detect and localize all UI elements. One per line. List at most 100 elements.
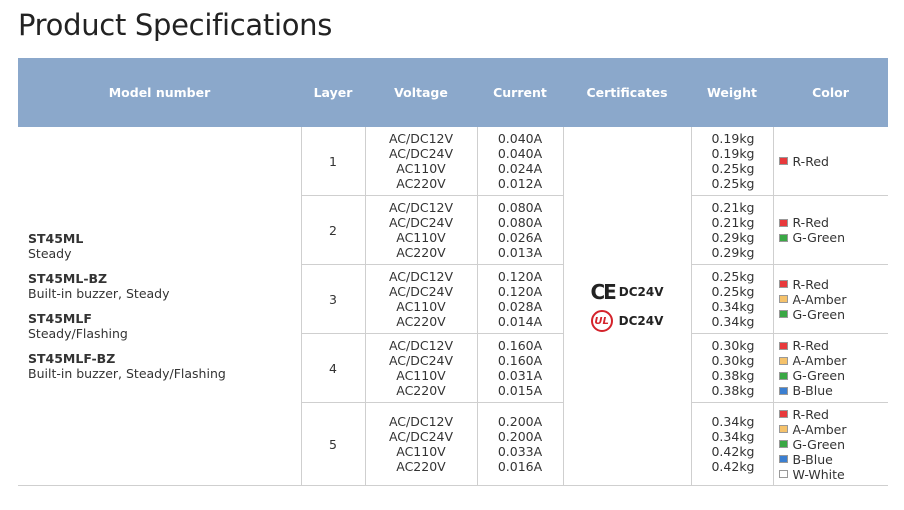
current-value: 0.012A <box>497 176 543 191</box>
weight-value: 0.21kg <box>711 215 755 230</box>
weight-cell: 0.30kg 0.30kg 0.38kg 0.38kg <box>690 333 774 403</box>
current-cell: 0.160A 0.160A 0.031A 0.015A <box>476 333 564 403</box>
current-value: 0.014A <box>497 314 543 329</box>
current-value: 0.024A <box>497 161 543 176</box>
weight-value: 0.34kg <box>711 314 755 329</box>
layer-cell: 1 <box>300 127 366 196</box>
current-value: 0.028A <box>497 299 543 314</box>
color-item: R-Red <box>778 215 889 230</box>
header-certificates: Certificates <box>563 58 691 127</box>
voltage-cell: AC/DC12V AC/DC24V AC110V AC220V <box>364 195 478 265</box>
color-cell: R-Red G-Green <box>772 195 889 265</box>
color-swatch-icon <box>778 310 788 318</box>
color-swatch-icon <box>778 470 788 478</box>
color-item: G-Green <box>778 230 889 245</box>
layer-cell: 3 <box>300 264 366 334</box>
color-swatch-icon <box>778 356 788 365</box>
weight-cell: 0.19kg 0.19kg 0.25kg 0.25kg <box>690 127 774 196</box>
header-voltage: Voltage <box>365 58 477 127</box>
color-item: G-Green <box>778 306 889 322</box>
current-value: 0.080A <box>497 200 543 215</box>
color-swatch-icon <box>778 280 788 288</box>
color-item: A-Amber <box>778 421 889 437</box>
voltage-value: AC/DC24V <box>388 353 454 368</box>
color-label: A-Amber <box>792 353 847 368</box>
voltage-value: AC220V <box>396 176 446 191</box>
color-label: A-Amber <box>792 421 847 437</box>
color-label: A-Amber <box>792 291 847 307</box>
color-swatch-icon <box>778 371 788 380</box>
color-label: B-Blue <box>792 451 833 467</box>
layer-cell: 2 <box>300 195 366 265</box>
weight-cell: 0.25kg 0.25kg 0.34kg 0.34kg <box>690 264 774 334</box>
color-item: G-Green <box>778 436 889 452</box>
header-current: Current <box>477 58 563 127</box>
current-value: 0.080A <box>497 215 543 230</box>
model-name: ST45MLF-BZ <box>28 351 116 366</box>
certificate-ce: CE DC24V <box>564 280 691 304</box>
color-swatch-icon <box>778 455 788 463</box>
color-label: R-Red <box>792 153 829 169</box>
weight-cell: 0.34kg 0.34kg 0.42kg 0.42kg <box>690 402 774 486</box>
color-item: B-Blue <box>778 451 889 467</box>
voltage-value: AC/DC24V <box>388 284 454 299</box>
current-value: 0.040A <box>497 131 543 146</box>
header-color: Color <box>773 58 888 127</box>
weight-value: 0.34kg <box>711 414 755 429</box>
current-value: 0.040A <box>497 146 543 161</box>
color-item: B-Blue <box>778 383 889 398</box>
color-label: G-Green <box>792 436 846 452</box>
voltage-value: AC220V <box>396 314 446 329</box>
header-model-number: Model number <box>18 58 301 127</box>
weight-value: 0.19kg <box>711 131 755 146</box>
color-item: G-Green <box>778 368 889 383</box>
color-label: R-Red <box>792 406 829 422</box>
color-swatch-icon <box>778 386 788 395</box>
weight-value: 0.29kg <box>711 230 755 245</box>
current-value: 0.160A <box>497 353 543 368</box>
model-description: Steady <box>28 246 72 261</box>
current-cell: 0.040A 0.040A 0.024A 0.012A <box>476 127 564 196</box>
certificate-ul: UL DC24V <box>564 310 691 332</box>
current-cell: 0.080A 0.080A 0.026A 0.013A <box>476 195 564 265</box>
color-item: A-Amber <box>778 291 889 307</box>
model-name: ST45MLF <box>28 311 92 326</box>
weight-value: 0.19kg <box>711 146 755 161</box>
color-swatch-icon <box>778 410 788 418</box>
color-label: R-Red <box>792 276 829 292</box>
current-value: 0.026A <box>497 230 543 245</box>
model-description: Steady/Flashing <box>28 326 128 341</box>
current-value: 0.033A <box>497 444 543 459</box>
color-swatch-icon <box>778 157 788 165</box>
weight-value: 0.34kg <box>711 429 755 444</box>
color-swatch-icon <box>778 233 788 242</box>
voltage-value: AC/DC12V <box>388 414 454 429</box>
color-swatch-icon <box>778 425 788 433</box>
weight-value: 0.34kg <box>711 299 755 314</box>
voltage-cell: AC/DC12V AC/DC24V AC110V AC220V <box>364 127 478 196</box>
current-value: 0.120A <box>497 284 543 299</box>
table-header-row: Model number Layer Voltage Current Certi… <box>18 58 888 127</box>
voltage-value: AC110V <box>396 444 446 459</box>
current-value: 0.200A <box>497 429 543 444</box>
model-description: Built-in buzzer, Steady <box>28 286 170 301</box>
weight-value: 0.25kg <box>711 161 755 176</box>
color-label: G-Green <box>792 306 846 322</box>
color-swatch-icon <box>778 218 788 227</box>
header-weight: Weight <box>691 58 773 127</box>
color-item: W-White <box>778 467 889 482</box>
weight-value: 0.38kg <box>711 383 755 398</box>
color-swatch-icon <box>778 295 788 303</box>
weight-value: 0.21kg <box>711 200 755 215</box>
weight-value: 0.30kg <box>711 353 755 368</box>
certificate-label: DC24V <box>618 314 664 328</box>
color-swatch-icon <box>778 440 788 448</box>
current-value: 0.015A <box>497 383 543 398</box>
voltage-value: AC/DC24V <box>388 429 454 444</box>
current-value: 0.200A <box>497 414 543 429</box>
weight-value: 0.29kg <box>711 245 755 260</box>
weight-value: 0.42kg <box>711 444 755 459</box>
color-label: G-Green <box>792 230 846 245</box>
weight-value: 0.38kg <box>711 368 755 383</box>
voltage-value: AC/DC12V <box>388 200 454 215</box>
